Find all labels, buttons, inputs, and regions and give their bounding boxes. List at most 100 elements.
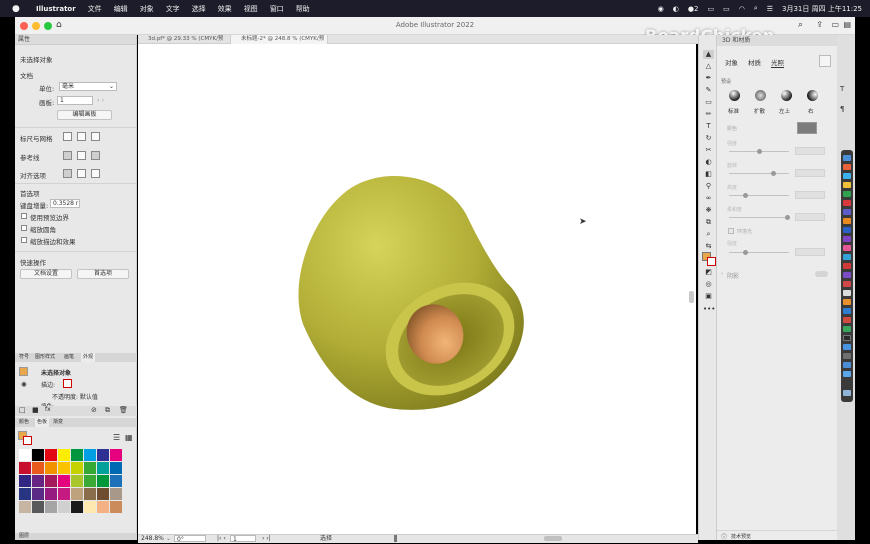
- color-swatch[interactable]: [58, 501, 70, 513]
- softness-slider[interactable]: [729, 215, 790, 220]
- menu-file[interactable]: 文件: [88, 4, 102, 14]
- artboard-nav-icon[interactable]: ‹ ›: [97, 96, 104, 104]
- tab-color[interactable]: 颜色: [19, 418, 29, 427]
- type-tool-icon[interactable]: T: [703, 122, 714, 131]
- document-setup-button[interactable]: 文档设置: [20, 269, 72, 279]
- notes-icon[interactable]: [843, 182, 851, 188]
- preset-diffuse-icon[interactable]: [755, 90, 766, 101]
- premiere-icon[interactable]: [843, 236, 851, 242]
- light-color-swatch[interactable]: [797, 122, 817, 134]
- tab-object[interactable]: 对象: [725, 57, 738, 67]
- app-icon[interactable]: [843, 317, 851, 323]
- artboard-number-field[interactable]: 1: [230, 535, 256, 543]
- pixel-grid-icon[interactable]: [91, 132, 100, 141]
- artboard-canvas[interactable]: ➤: [138, 44, 696, 534]
- color-swatch[interactable]: [32, 475, 44, 487]
- color-swatch[interactable]: [110, 475, 122, 487]
- tab-swatches[interactable]: 色板: [35, 418, 50, 427]
- search-icon[interactable]: ⌕: [798, 20, 803, 30]
- app-icon[interactable]: [843, 353, 851, 359]
- ambient-slider[interactable]: [729, 250, 789, 255]
- zoom-tool-icon[interactable]: ⌕: [703, 230, 714, 239]
- record-icon[interactable]: ◉: [658, 5, 664, 13]
- selection-tool-icon[interactable]: ▲: [703, 50, 714, 59]
- app-icon[interactable]: [843, 344, 851, 350]
- ambient-checkbox[interactable]: [728, 228, 734, 234]
- safari-icon[interactable]: [843, 173, 851, 179]
- align-to-key-icon[interactable]: [77, 169, 86, 178]
- height-slider[interactable]: [729, 193, 789, 198]
- layers-tab[interactable]: 图层: [19, 533, 29, 540]
- color-swatch[interactable]: [84, 475, 96, 487]
- music-icon[interactable]: [843, 200, 851, 206]
- artboard-tool-icon[interactable]: ⧉: [703, 218, 714, 227]
- finder-icon[interactable]: [843, 155, 851, 161]
- app-icon[interactable]: [843, 335, 851, 341]
- pen-tool-icon[interactable]: ✒: [703, 74, 714, 83]
- scale-strokes-checkbox[interactable]: [21, 237, 27, 243]
- artboard-nav-first-icon[interactable]: |‹ ‹: [217, 535, 226, 543]
- app-icon[interactable]: [843, 308, 851, 314]
- menu-object[interactable]: 对象: [140, 4, 154, 14]
- artboard-nav-next-icon[interactable]: › ›|: [262, 535, 271, 543]
- pencil-tool-icon[interactable]: ✏: [703, 110, 714, 119]
- color-swatch[interactable]: [45, 449, 57, 461]
- gradient-tool-icon[interactable]: ◧: [703, 170, 714, 179]
- rectangle-tool-icon[interactable]: ▭: [703, 98, 714, 107]
- color-swatch[interactable]: [58, 488, 70, 500]
- vertical-scrollbar[interactable]: [689, 291, 694, 303]
- tab-3d-document[interactable]: 3d.pf* @ 29.33 % (CMYK/预览): [138, 35, 231, 51]
- smart-guides-icon[interactable]: [91, 151, 100, 160]
- shadows-toggle[interactable]: [815, 271, 828, 277]
- tab-material[interactable]: 材质: [748, 57, 761, 67]
- photoshop-icon[interactable]: [843, 227, 851, 233]
- color-swatch[interactable]: [32, 488, 44, 500]
- units-select[interactable]: 毫米 ⌄: [59, 82, 117, 91]
- color-swatch[interactable]: [32, 462, 44, 474]
- color-swatch[interactable]: [97, 501, 109, 513]
- preset-standard-icon[interactable]: [729, 90, 740, 101]
- slider-knob[interactable]: [757, 149, 762, 154]
- color-swatch[interactable]: [58, 462, 70, 474]
- tab-brushes[interactable]: 画笔: [64, 353, 74, 362]
- keyboard-increment-input[interactable]: 0.3528 r: [50, 199, 80, 208]
- camera-icon[interactable]: ▭: [707, 5, 714, 13]
- color-mode-icon[interactable]: ◩: [703, 268, 714, 277]
- color-swatch[interactable]: [97, 462, 109, 474]
- color-swatch[interactable]: [84, 501, 96, 513]
- color-swatch[interactable]: [71, 488, 83, 500]
- guides-show-icon[interactable]: [63, 151, 72, 160]
- color-swatch[interactable]: [19, 475, 31, 487]
- color-swatch[interactable]: [45, 475, 57, 487]
- stroke-none-swatch[interactable]: [63, 379, 72, 388]
- menu-help[interactable]: 帮助: [296, 4, 310, 14]
- intensity-slider[interactable]: [729, 149, 789, 154]
- direct-selection-tool-icon[interactable]: △: [703, 62, 714, 71]
- slider-knob[interactable]: [785, 215, 790, 220]
- workspace-icon[interactable]: ▤: [843, 20, 851, 29]
- slider-knob[interactable]: [743, 250, 748, 255]
- menu-select[interactable]: 选择: [192, 4, 206, 14]
- grid-view-icon[interactable]: ▦: [125, 433, 133, 442]
- scale-corners-checkbox[interactable]: [21, 225, 27, 231]
- color-swatch[interactable]: [32, 449, 44, 461]
- menu-view[interactable]: 视图: [244, 4, 258, 14]
- properties-header[interactable]: 属性: [15, 35, 136, 45]
- app-icon[interactable]: [843, 272, 851, 278]
- preset-top-left-icon[interactable]: [781, 90, 792, 101]
- preset-right-icon[interactable]: [807, 90, 818, 101]
- color-swatch[interactable]: [97, 475, 109, 487]
- fx-icon[interactable]: fx: [45, 406, 51, 413]
- rotate-tool-icon[interactable]: ↻: [703, 134, 714, 143]
- app-icon[interactable]: [843, 209, 851, 215]
- eye-icon[interactable]: ◉: [21, 380, 27, 388]
- tab-lighting[interactable]: 光照: [771, 57, 784, 68]
- app-icon[interactable]: [843, 290, 851, 296]
- color-swatch[interactable]: [32, 501, 44, 513]
- illustrator-icon[interactable]: [843, 218, 851, 224]
- rotation-value-field[interactable]: [795, 169, 825, 177]
- delete-icon[interactable]: 🗑: [119, 406, 128, 414]
- control-center-icon[interactable]: ☰: [767, 5, 773, 13]
- align-to-artboard-icon[interactable]: [91, 169, 100, 178]
- curvature-tool-icon[interactable]: ✎: [703, 86, 714, 95]
